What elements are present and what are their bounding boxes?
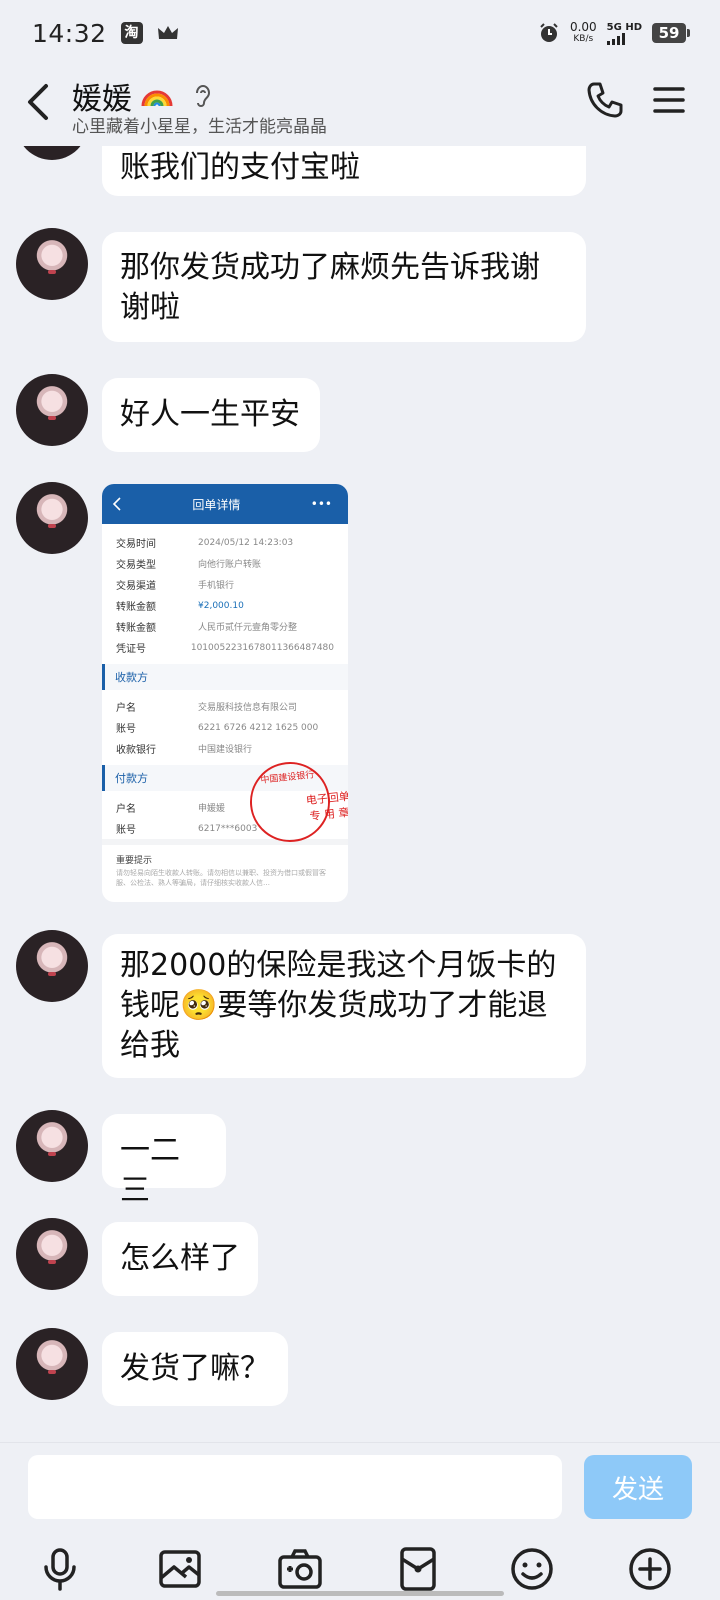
battery-icon: 59 [652, 23, 690, 43]
receipt-payee-section: 收款方 [102, 664, 348, 690]
image-icon[interactable] [156, 1545, 204, 1593]
receipt-note-body: 请勿轻易向陌生收款人转账。请勿相信以兼职、投资为借口或假冒客服、公检法、熟人等骗… [116, 869, 326, 887]
message-bubble[interactable]: 怎么样了 [102, 1222, 258, 1296]
receipt-row: 凭证号 1010052231678011366487480 [116, 642, 334, 656]
message-bubble[interactable]: 那你发货成功了麻烦先告诉我谢谢啦 [102, 232, 586, 342]
message-input[interactable] [28, 1455, 562, 1519]
message-text: 一二三 [120, 1133, 180, 1208]
receipt-row: 交易渠道 手机银行 [116, 581, 235, 592]
menu-icon[interactable] [652, 84, 686, 116]
receipt-row: 交易时间 2024/05/12 14:23:03 [116, 537, 294, 551]
avatar[interactable] [16, 228, 88, 300]
avatar[interactable] [16, 1218, 88, 1290]
receipt-title: 回单详情 [192, 497, 241, 512]
ear-icon [196, 85, 211, 107]
signal-bars-icon [606, 32, 642, 45]
message-bubble[interactable]: 一二三 [102, 1114, 226, 1208]
alarm-icon [540, 23, 558, 42]
avatar[interactable] [16, 482, 88, 554]
avatar[interactable] [16, 1110, 88, 1182]
message-text: 发货了嘛？ [120, 1351, 270, 1386]
message-text: 那2000的保险是我这个月饭卡的钱呢🥺要等你发货成功了才能退给我 [120, 948, 557, 1063]
red-packet-icon[interactable] [394, 1545, 442, 1593]
receipt-note-title: 重要提示 [116, 856, 153, 866]
send-button[interactable]: 发送 [584, 1455, 692, 1519]
home-indicator[interactable] [216, 1591, 504, 1596]
receipt-row: 户名 交易服科技信息有限公司 [116, 703, 298, 714]
message-text: 那你发货成功了麻烦先告诉我谢谢啦 [120, 250, 540, 325]
receipt-back-icon [112, 497, 121, 511]
chat-header: 媛媛 心里藏着小星星，生活才能亮晶晶 [0, 66, 720, 146]
receipt-row: 交易类型 向他行账户转账 [116, 560, 262, 571]
receipt-more-icon: ••• [310, 497, 332, 511]
message-bubble[interactable]: 好人一生平安 [102, 378, 320, 452]
network-speed: 0.00 KB/s [569, 20, 597, 44]
avatar[interactable] [16, 374, 88, 446]
receipt-row: 收款银行 中国建设银行 [116, 745, 253, 756]
message-text: 好人一生平安 [120, 397, 300, 432]
contact-signature: 心里藏着小星星，生活才能亮晶晶 [72, 117, 327, 137]
input-area: 发送 [0, 1442, 720, 1600]
avatar[interactable] [16, 930, 88, 1002]
message-bubble[interactable]: 发货了嘛？ [102, 1332, 288, 1406]
status-time: 14:32 [32, 18, 107, 48]
receipt-titlebar: 回单详情 ••• [102, 484, 348, 524]
status-bar: 14:32 淘 0.00 KB/s 5G HD 59 [0, 0, 720, 66]
microphone-icon[interactable] [36, 1545, 84, 1593]
back-arrow-icon[interactable] [18, 80, 58, 124]
message-text: 怎么样了 [120, 1241, 240, 1276]
emoji-icon[interactable] [508, 1545, 556, 1593]
rainbow-emoji-icon [141, 90, 173, 107]
taobao-app-icon: 淘 [120, 22, 143, 44]
signal-indicator: 5G HD [606, 22, 642, 45]
receipt-row: 转账金额 人民币贰仟元壹角零分整 [116, 623, 298, 634]
receipt-image-message[interactable]: 回单详情 ••• 交易时间 2024/05/12 14:23:03 交易类型 向他行… [102, 484, 348, 902]
phone-call-icon[interactable] [585, 80, 625, 120]
camera-icon[interactable] [276, 1545, 324, 1593]
crown-icon [157, 26, 178, 39]
message-bubble[interactable]: 那2000的保险是我这个月饭卡的钱呢🥺要等你发货成功了才能退给我 [102, 934, 586, 1078]
plus-icon[interactable] [626, 1545, 674, 1593]
receipt-row: 转账金额 ¥2,000.10 [116, 600, 244, 614]
avatar[interactable] [16, 1328, 88, 1400]
receipt-row: 账号 6221 6726 4212 1625 000 [116, 722, 319, 736]
message-text: 账我们的支付宝啦 [120, 150, 360, 185]
